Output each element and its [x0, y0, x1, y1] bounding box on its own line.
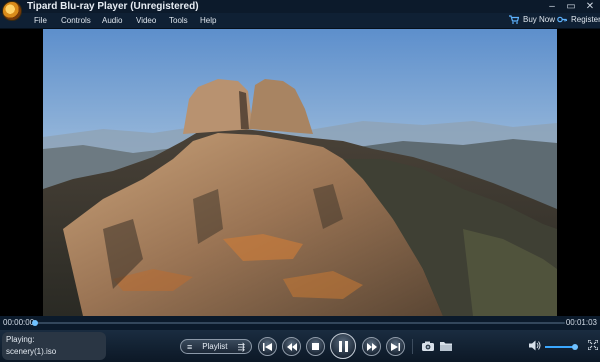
now-playing-panel: Playing: scenery(1).iso	[2, 332, 106, 360]
volume-slider[interactable]	[545, 344, 578, 350]
rewind-button[interactable]	[282, 337, 301, 356]
now-playing-file: scenery(1).iso	[6, 347, 57, 356]
window-controls: – ▭ ✕	[545, 1, 597, 12]
tipard-logo-icon	[2, 1, 22, 21]
volume-handle[interactable]	[571, 344, 578, 350]
now-playing-status: Playing:	[6, 335, 35, 344]
video-frame[interactable]	[43, 29, 557, 316]
current-time: 00:00:00	[3, 318, 35, 327]
window-title: Tipard Blu-ray Player (Unregistered)	[27, 1, 199, 12]
mountain-video-image	[43, 29, 557, 316]
cart-icon	[509, 15, 519, 24]
menu-bar: File Controls Audio Video Tools Help Buy…	[0, 13, 600, 29]
fullscreen-icon	[587, 339, 599, 351]
register-button[interactable]: Register	[557, 15, 600, 24]
previous-icon	[263, 342, 272, 351]
next-button[interactable]	[386, 337, 405, 356]
playlist-button[interactable]: ≡ Playlist ⇶	[180, 339, 252, 354]
title-bar: Tipard Blu-ray Player (Unregistered) – ▭…	[0, 0, 600, 21]
list-icon: ≡	[187, 341, 193, 352]
close-button[interactable]: ✕	[583, 1, 597, 12]
list-settings-icon: ⇶	[237, 341, 245, 352]
menu-audio[interactable]: Audio	[102, 16, 122, 25]
video-area[interactable]	[0, 29, 600, 316]
open-folder-button[interactable]	[439, 339, 453, 353]
fast-forward-button[interactable]	[362, 337, 381, 356]
menu-video[interactable]: Video	[136, 16, 156, 25]
folder-icon	[440, 342, 452, 351]
menu-help[interactable]: Help	[200, 16, 216, 25]
fullscreen-button[interactable]	[587, 339, 599, 353]
menu-file[interactable]: File	[34, 16, 47, 25]
fast-forward-icon	[366, 342, 377, 351]
speaker-icon	[529, 340, 541, 351]
buy-now-label: Buy Now	[523, 15, 556, 24]
seek-bar[interactable]	[32, 320, 565, 326]
total-time: 00:01:03	[565, 318, 597, 327]
key-icon	[557, 15, 567, 24]
progress-row: 00:00:00 00:01:03	[0, 316, 600, 330]
stop-button[interactable]	[306, 337, 325, 356]
next-icon	[391, 342, 400, 351]
register-label: Register	[571, 15, 600, 24]
buy-now-button[interactable]: Buy Now	[509, 15, 555, 24]
seek-handle[interactable]	[32, 320, 38, 326]
divider	[412, 339, 413, 354]
menu-controls[interactable]: Controls	[61, 16, 91, 25]
rewind-icon	[286, 342, 297, 351]
playlist-label: Playlist	[202, 342, 228, 351]
restore-button[interactable]: ▭	[564, 1, 578, 12]
menu-tools[interactable]: Tools	[169, 16, 188, 25]
pause-icon	[338, 340, 348, 352]
camera-icon	[422, 341, 434, 351]
minimize-button[interactable]: –	[545, 1, 559, 12]
volume-slider-fill	[545, 346, 575, 348]
control-bar: Playing: scenery(1).iso ≡ Playlist ⇶	[0, 330, 600, 362]
volume-button[interactable]	[529, 340, 541, 354]
stop-icon	[312, 343, 319, 350]
previous-button[interactable]	[258, 337, 277, 356]
play-pause-button[interactable]	[330, 333, 356, 359]
snapshot-button[interactable]	[421, 339, 435, 353]
